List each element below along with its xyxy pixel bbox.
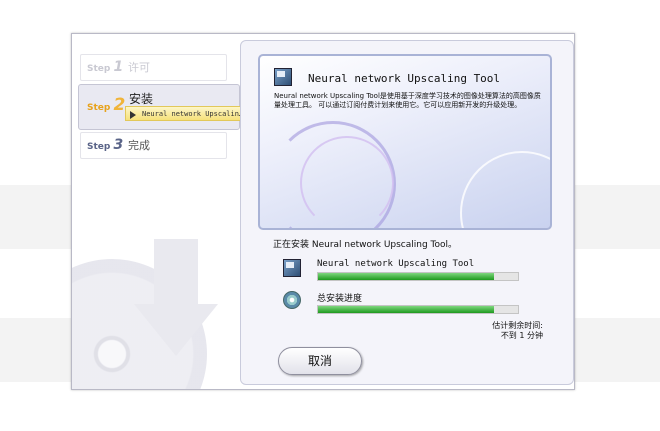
- total-progress-fill: [318, 306, 494, 313]
- step-label: 完成: [128, 139, 150, 152]
- install-panel: Neural network Upscaling Tool Neural net…: [240, 40, 574, 385]
- step-label: 许可: [128, 61, 150, 74]
- total-progress-label: 总安装进度: [317, 294, 363, 304]
- step-license: Step 1 许可: [80, 54, 227, 81]
- time-remaining-label: 估计剩余时间:: [492, 321, 543, 330]
- substep-current: Neural network Upscalin…: [125, 106, 243, 121]
- time-remaining: 估计剩余时间: 不到 1 分钟: [492, 321, 543, 341]
- swirl-decoration: [460, 151, 550, 228]
- app-icon: [283, 259, 301, 277]
- banner-description: Neural network Upscaling Tool是使用基于深度学习技术…: [274, 92, 541, 109]
- arrow-head-decoration: [134, 304, 218, 356]
- play-arrow-icon: [130, 111, 136, 119]
- step-number: Step 1: [87, 59, 124, 75]
- cancel-button[interactable]: 取消: [278, 347, 362, 375]
- substep-label: Neural network Upscalin…: [142, 110, 243, 118]
- step-label: 安装: [129, 92, 154, 106]
- time-remaining-value: 不到 1 分钟: [500, 331, 543, 340]
- component-progress-fill: [318, 273, 494, 280]
- step-finish: Step 3 完成: [80, 132, 227, 159]
- app-icon: [274, 68, 292, 86]
- component-progress-label: Neural network Upscaling Tool: [317, 259, 475, 269]
- banner-title: Neural network Upscaling Tool: [308, 72, 501, 85]
- swirl-decoration: [300, 136, 394, 228]
- product-banner: Neural network Upscaling Tool Neural net…: [258, 54, 552, 230]
- step-number: Step 3: [87, 137, 124, 153]
- install-status: 正在安装 Neural network Upscaling Tool。: [273, 240, 458, 250]
- total-progress-bar: [317, 305, 519, 314]
- arrow-decoration: [154, 239, 198, 307]
- step-install: Step 2 安装 Neural network Upscalin…: [78, 84, 243, 130]
- installer-window: Step 1 许可 Step 2 安装 Neural network Upsca…: [71, 33, 575, 390]
- component-progress-bar: [317, 272, 519, 281]
- disk-icon: [283, 291, 301, 309]
- step-number: Step 2: [87, 95, 126, 115]
